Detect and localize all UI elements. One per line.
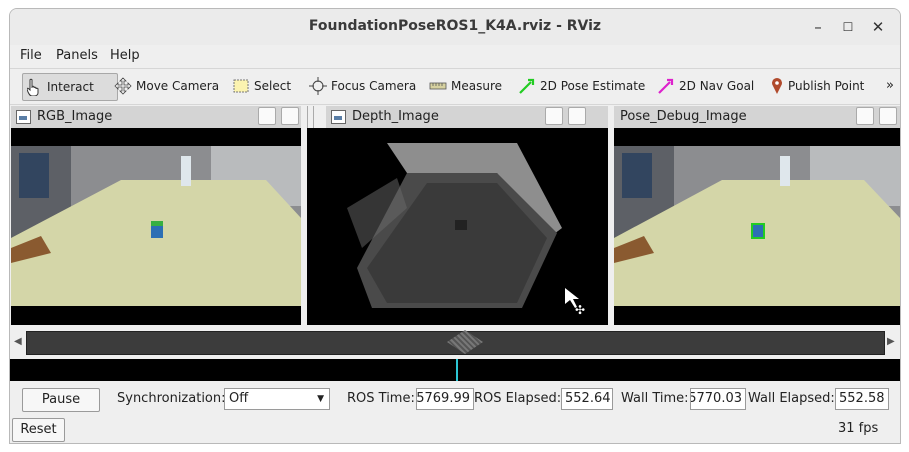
wall-elapsed-field[interactable]: 552.58 bbox=[835, 388, 889, 410]
splitter[interactable] bbox=[307, 106, 308, 128]
time-panel: Pause Synchronization: Off ▼ ROS Time: 5… bbox=[10, 382, 900, 443]
rgb-image-view[interactable] bbox=[11, 128, 301, 325]
svg-text:✣: ✣ bbox=[575, 303, 585, 317]
minimize-icon[interactable]: – bbox=[807, 16, 829, 38]
splitter[interactable] bbox=[313, 106, 314, 128]
pause-button[interactable]: Pause bbox=[22, 388, 100, 412]
tool-focus-camera-label: Focus Camera bbox=[331, 79, 417, 93]
time-cursor bbox=[456, 359, 458, 381]
tool-interact-label: Interact bbox=[47, 80, 94, 94]
pose-debug-camera-image bbox=[614, 146, 900, 325]
tool-2d-nav-goal[interactable]: 2D Nav Goal bbox=[653, 73, 758, 99]
menu-panels[interactable]: Panels bbox=[56, 48, 98, 63]
maximize-icon[interactable]: ☐ bbox=[837, 16, 859, 38]
tool-publish-point[interactable]: Publish Point bbox=[766, 73, 868, 99]
tool-measure-label: Measure bbox=[451, 79, 502, 93]
panel-header-depth: Depth_Image bbox=[326, 106, 608, 128]
nav-goal-arrow-icon bbox=[658, 78, 674, 94]
map-pin-icon bbox=[772, 78, 782, 94]
image-icon bbox=[16, 110, 31, 124]
panel-title-depth: Depth_Image bbox=[352, 109, 439, 124]
panel-header-pose-debug: Pose_Debug_Image bbox=[614, 106, 900, 128]
ros-elapsed-label: ROS Elapsed: bbox=[474, 391, 562, 406]
panel-close-button[interactable] bbox=[568, 107, 586, 125]
move-camera-icon bbox=[114, 77, 132, 95]
panel-close-button[interactable] bbox=[879, 107, 897, 125]
menu-file[interactable]: File bbox=[20, 48, 42, 63]
wall-time-label: Wall Time: bbox=[621, 391, 689, 406]
tool-interact[interactable]: Interact bbox=[22, 73, 118, 101]
panel-float-button[interactable] bbox=[258, 107, 276, 125]
time-indicator-strip bbox=[10, 359, 900, 381]
tool-measure[interactable]: Measure bbox=[425, 73, 506, 99]
ros-time-field[interactable]: 5769.99 bbox=[416, 388, 474, 410]
panel-float-button[interactable] bbox=[545, 107, 563, 125]
tool-move-camera-label: Move Camera bbox=[136, 79, 220, 93]
tool-select[interactable]: Select bbox=[228, 73, 295, 99]
fps-readout: 31 fps bbox=[838, 421, 879, 436]
time-slider-handle[interactable] bbox=[447, 330, 483, 354]
pose-estimate-arrow-icon bbox=[519, 78, 535, 94]
focus-camera-icon bbox=[309, 77, 327, 95]
depth-camera-image: ✣ bbox=[307, 128, 608, 325]
title-bar: FoundationPoseROS1_K4A.rviz - RViz – ☐ ✕ bbox=[10, 9, 900, 45]
tool-publish-point-label: Publish Point bbox=[788, 79, 865, 93]
scroll-left-icon[interactable]: ◀ bbox=[14, 336, 22, 347]
tool-move-camera[interactable]: Move Camera bbox=[110, 73, 223, 99]
depth-image-view[interactable]: ✣ bbox=[307, 128, 608, 325]
ros-elapsed-field[interactable]: 552.64 bbox=[561, 388, 613, 410]
wall-elapsed-label: Wall Elapsed: bbox=[748, 391, 835, 406]
panel-title-pose-debug: Pose_Debug_Image bbox=[620, 109, 747, 124]
rviz-window: FoundationPoseROS1_K4A.rviz - RViz – ☐ ✕… bbox=[9, 8, 901, 444]
menu-bar: File Panels Help bbox=[10, 45, 900, 67]
tool-2d-pose-estimate[interactable]: 2D Pose Estimate bbox=[514, 73, 649, 99]
rgb-camera-image bbox=[11, 146, 301, 325]
sync-select[interactable]: Off ▼ bbox=[224, 388, 330, 410]
scroll-right-icon[interactable]: ▶ bbox=[887, 336, 895, 347]
hand-pointer-icon bbox=[27, 78, 39, 96]
panel-header-rgb: RGB_Image bbox=[11, 106, 301, 128]
time-slider-bar: ◀ ▶ bbox=[10, 330, 900, 355]
toolbar-overflow-button[interactable]: » bbox=[882, 73, 898, 99]
window-title: FoundationPoseROS1_K4A.rviz - RViz bbox=[308, 18, 602, 34]
chevron-down-icon: ▼ bbox=[317, 394, 324, 404]
tool-select-label: Select bbox=[254, 79, 292, 93]
pose-debug-image-view[interactable] bbox=[614, 128, 900, 325]
select-icon bbox=[233, 79, 249, 93]
image-icon bbox=[331, 110, 346, 124]
ros-time-label: ROS Time: bbox=[347, 391, 415, 406]
panel-close-button[interactable] bbox=[281, 107, 299, 125]
wall-time-field[interactable]: 5770.03 bbox=[690, 388, 746, 410]
sync-value: Off bbox=[229, 391, 249, 406]
sync-label: Synchronization: bbox=[117, 391, 226, 406]
measure-icon bbox=[429, 82, 447, 90]
close-icon[interactable]: ✕ bbox=[867, 16, 889, 38]
toolbar: Interact Move Camera Select Focus Camera bbox=[10, 68, 900, 105]
time-slider-track[interactable] bbox=[26, 330, 885, 355]
panel-title-rgb: RGB_Image bbox=[37, 109, 113, 124]
tool-focus-camera[interactable]: Focus Camera bbox=[305, 73, 420, 99]
reset-button[interactable]: Reset bbox=[12, 418, 65, 442]
panel-float-button[interactable] bbox=[856, 107, 874, 125]
menu-help[interactable]: Help bbox=[110, 48, 140, 63]
tool-2d-pose-estimate-label: 2D Pose Estimate bbox=[540, 79, 646, 93]
tool-2d-nav-goal-label: 2D Nav Goal bbox=[679, 79, 755, 93]
